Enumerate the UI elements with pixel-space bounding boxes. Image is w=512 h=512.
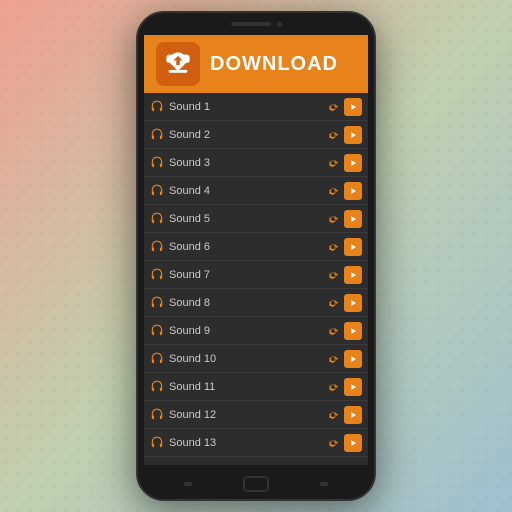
action-buttons bbox=[324, 378, 362, 396]
sound-name-label: Sound 13 bbox=[169, 437, 324, 449]
sound-name-label: Sound 12 bbox=[169, 409, 324, 421]
headphone-icon bbox=[150, 100, 164, 114]
sound-list-item[interactable]: Sound 11 bbox=[144, 373, 368, 401]
play-button[interactable] bbox=[344, 434, 362, 452]
action-buttons bbox=[324, 322, 362, 340]
phone-device: DOWNLOAD Sound 1 bbox=[136, 11, 376, 501]
headphone-icon bbox=[150, 408, 164, 422]
headphone-icon bbox=[150, 156, 164, 170]
headphone-icon bbox=[150, 128, 164, 142]
settings-button[interactable] bbox=[324, 182, 342, 200]
sound-list-item[interactable]: Sound 13 bbox=[144, 429, 368, 457]
play-button[interactable] bbox=[344, 378, 362, 396]
headphone-icon bbox=[150, 380, 164, 394]
action-buttons bbox=[324, 294, 362, 312]
headphone-icon bbox=[150, 240, 164, 254]
sound-list-item[interactable]: Sound 5 bbox=[144, 205, 368, 233]
sound-name-label: Sound 1 bbox=[169, 101, 324, 113]
headphone-icon bbox=[150, 436, 164, 450]
sound-list-item[interactable]: Sound 8 bbox=[144, 289, 368, 317]
sound-list-item[interactable]: Sound 12 bbox=[144, 401, 368, 429]
sound-name-label: Sound 5 bbox=[169, 213, 324, 225]
play-button[interactable] bbox=[344, 98, 362, 116]
headphone-icon bbox=[150, 296, 164, 310]
headphone-icon bbox=[150, 352, 164, 366]
action-buttons bbox=[324, 98, 362, 116]
play-button[interactable] bbox=[344, 154, 362, 172]
action-buttons bbox=[324, 350, 362, 368]
action-buttons bbox=[324, 154, 362, 172]
action-buttons bbox=[324, 238, 362, 256]
sound-list-item[interactable]: Sound 3 bbox=[144, 149, 368, 177]
sound-name-label: Sound 7 bbox=[169, 269, 324, 281]
play-button[interactable] bbox=[344, 266, 362, 284]
home-button[interactable] bbox=[243, 476, 269, 492]
sound-name-label: Sound 9 bbox=[169, 325, 324, 337]
sound-name-label: Sound 2 bbox=[169, 129, 324, 141]
sound-name-label: Sound 10 bbox=[169, 353, 324, 365]
headphone-icon bbox=[150, 212, 164, 226]
sound-list-item[interactable]: Sound 9 bbox=[144, 317, 368, 345]
download-banner[interactable]: DOWNLOAD bbox=[144, 35, 368, 93]
sound-name-label: Sound 4 bbox=[169, 185, 324, 197]
menu-button[interactable] bbox=[320, 482, 328, 486]
settings-button[interactable] bbox=[324, 266, 342, 284]
play-button[interactable] bbox=[344, 182, 362, 200]
download-label: DOWNLOAD bbox=[210, 53, 338, 76]
sound-list[interactable]: Sound 1 Sound 2 bbox=[144, 93, 368, 465]
front-camera bbox=[277, 22, 282, 27]
settings-button[interactable] bbox=[324, 294, 342, 312]
sound-list-item[interactable]: Sound 7 bbox=[144, 261, 368, 289]
action-buttons bbox=[324, 182, 362, 200]
action-buttons bbox=[324, 406, 362, 424]
headphone-icon bbox=[150, 184, 164, 198]
settings-button[interactable] bbox=[324, 378, 342, 396]
play-button[interactable] bbox=[344, 322, 362, 340]
action-buttons bbox=[324, 126, 362, 144]
settings-button[interactable] bbox=[324, 238, 342, 256]
sound-list-item[interactable]: Sound 4 bbox=[144, 177, 368, 205]
play-button[interactable] bbox=[344, 406, 362, 424]
sound-list-item[interactable]: Sound 6 bbox=[144, 233, 368, 261]
download-icon bbox=[164, 50, 192, 78]
phone-top-bar bbox=[138, 13, 374, 35]
play-button[interactable] bbox=[344, 294, 362, 312]
sound-list-item[interactable]: Sound 2 bbox=[144, 121, 368, 149]
action-buttons bbox=[324, 210, 362, 228]
sound-name-label: Sound 8 bbox=[169, 297, 324, 309]
back-button[interactable] bbox=[184, 482, 192, 486]
settings-button[interactable] bbox=[324, 350, 342, 368]
play-button[interactable] bbox=[344, 350, 362, 368]
settings-button[interactable] bbox=[324, 154, 342, 172]
speaker-grille bbox=[231, 22, 271, 26]
settings-button[interactable] bbox=[324, 98, 342, 116]
sound-list-item[interactable]: Sound 1 bbox=[144, 93, 368, 121]
settings-button[interactable] bbox=[324, 434, 342, 452]
action-buttons bbox=[324, 434, 362, 452]
play-button[interactable] bbox=[344, 126, 362, 144]
phone-bottom-bar bbox=[138, 465, 374, 501]
settings-button[interactable] bbox=[324, 210, 342, 228]
sound-name-label: Sound 6 bbox=[169, 241, 324, 253]
settings-button[interactable] bbox=[324, 126, 342, 144]
headphone-icon bbox=[150, 324, 164, 338]
headphone-icon bbox=[150, 268, 164, 282]
action-buttons bbox=[324, 266, 362, 284]
phone-screen: DOWNLOAD Sound 1 bbox=[144, 35, 368, 465]
settings-button[interactable] bbox=[324, 406, 342, 424]
play-button[interactable] bbox=[344, 210, 362, 228]
sound-list-item[interactable]: Sound 10 bbox=[144, 345, 368, 373]
play-button[interactable] bbox=[344, 238, 362, 256]
sound-name-label: Sound 3 bbox=[169, 157, 324, 169]
download-icon-box bbox=[156, 42, 200, 86]
sound-name-label: Sound 11 bbox=[169, 381, 324, 393]
settings-button[interactable] bbox=[324, 322, 342, 340]
